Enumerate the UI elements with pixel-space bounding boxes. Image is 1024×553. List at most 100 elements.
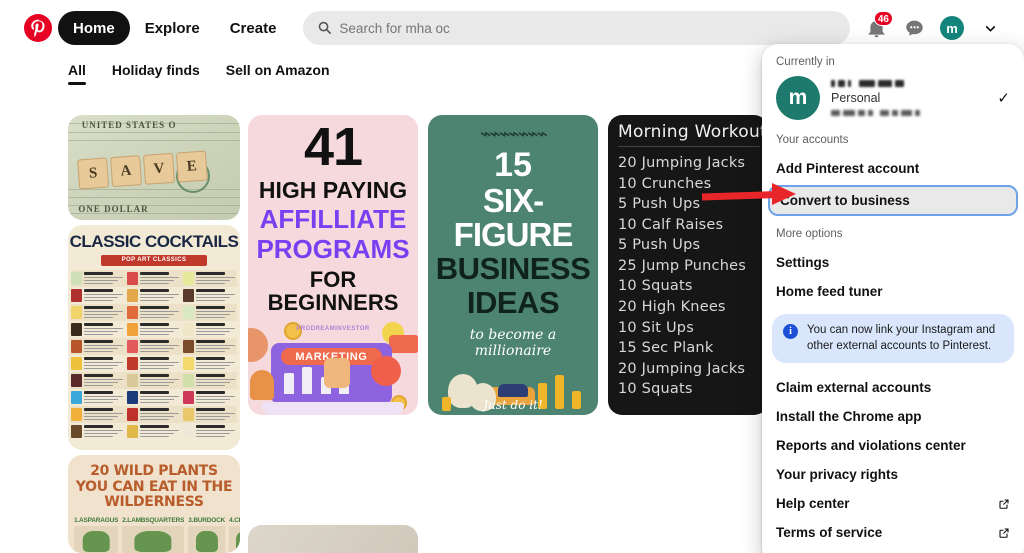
- workout-list: 20 Jumping Jacks 10 Crunches 5 Push Ups 10 …: [618, 153, 768, 400]
- affiliate-line2: AFFILLIATE: [259, 203, 407, 234]
- cocktail-glass-icon: [71, 425, 82, 438]
- cocktail-desc-line: [196, 327, 235, 329]
- cocktail-desc-line: [140, 361, 179, 363]
- cocktail-name: [196, 425, 225, 428]
- account-avatar-button[interactable]: m: [934, 10, 970, 46]
- cocktail-text: [140, 289, 181, 301]
- speech-bubble-icon: [389, 335, 418, 354]
- menu-item-label: Reports and violations center: [776, 438, 966, 454]
- cocktail-text: [196, 323, 237, 335]
- pinterest-logo-icon[interactable]: [24, 14, 52, 42]
- cocktail-glass-icon: [71, 340, 82, 353]
- cocktail-row: [71, 355, 237, 372]
- cocktail-entry: [71, 408, 125, 421]
- notification-badge: 46: [873, 11, 893, 26]
- notifications-button[interactable]: 46: [858, 10, 894, 46]
- menu-item-label: Claim external accounts: [776, 380, 932, 396]
- bar-chart-bar: [302, 367, 313, 395]
- cocktail-entry: [71, 272, 125, 285]
- menu-item-add-pinterest-account[interactable]: Add Pinterest account: [762, 154, 1024, 183]
- menu-item-terms-of-service[interactable]: Terms of service: [762, 518, 1024, 547]
- cocktail-text: [140, 272, 181, 284]
- tab-all[interactable]: All: [68, 62, 86, 85]
- cocktail-name: [196, 374, 225, 377]
- six-figure-footer: Just do it!: [483, 398, 543, 412]
- cocktail-entry: [183, 323, 237, 336]
- cocktail-desc-line: [84, 432, 119, 434]
- nav-create[interactable]: Create: [215, 11, 292, 45]
- menu-item-privacy-policy[interactable]: Privacy policy: [762, 547, 1024, 553]
- pin-card-classic-cocktails[interactable]: CLASSIC COCKTAILS POP ART CLASSICS: [68, 225, 240, 450]
- cocktail-name: [140, 408, 169, 411]
- cocktail-name: [84, 425, 113, 428]
- cocktail-glass-icon: [183, 340, 194, 353]
- tab-holiday-finds[interactable]: Holiday finds: [112, 62, 200, 85]
- cocktail-name: [196, 289, 225, 292]
- info-icon: i: [783, 324, 798, 339]
- pin-card-affiliate-programs[interactable]: 41 HIGH PAYING AFFILLIATE PROGRAMS FOR B…: [248, 115, 418, 415]
- pin-card-money-box[interactable]: 100 100 100 100: [248, 525, 418, 553]
- account-menu-toggle[interactable]: [972, 10, 1008, 46]
- cocktail-desc-line: [84, 435, 114, 437]
- cocktail-glass-icon: [127, 425, 138, 438]
- menu-item-settings[interactable]: Settings: [762, 248, 1024, 277]
- cocktail-glass-icon: [71, 357, 82, 370]
- cocktail-entry: [127, 323, 181, 336]
- cocktail-row: [71, 406, 237, 423]
- nav-home[interactable]: Home: [58, 11, 130, 45]
- cocktail-desc-line: [196, 299, 226, 301]
- cocktail-text: [196, 306, 237, 318]
- pin-card-morning-workout[interactable]: Morning Workout 20 Jumping Jacks 10 Crunc…: [608, 115, 768, 415]
- cocktail-desc-line: [140, 412, 179, 414]
- search-input[interactable]: [303, 11, 850, 45]
- cocktail-name: [196, 340, 225, 343]
- cocktails-list: [68, 270, 240, 440]
- cocktail-desc-line: [140, 432, 175, 434]
- menu-item-home-feed-tuner[interactable]: Home feed tuner: [762, 277, 1024, 306]
- cocktail-glass-icon: [127, 357, 138, 370]
- workout-item: 10 Calf Raises: [618, 216, 724, 233]
- menu-item-your-privacy-rights[interactable]: Your privacy rights: [762, 460, 1024, 489]
- cocktail-glass-icon: [127, 340, 138, 353]
- affiliate-illustration: PRODREAMINVESTOR MARKETING: [248, 320, 418, 415]
- menu-item-claim-external-accounts[interactable]: Claim external accounts: [762, 373, 1024, 402]
- cocktail-desc-line: [84, 327, 123, 329]
- cocktail-desc-line: [84, 401, 114, 403]
- workout-item: 10 Sit Ups: [618, 319, 694, 336]
- cocktail-text: [196, 272, 237, 284]
- cocktail-entry: [71, 340, 125, 353]
- account-type: Personal: [831, 90, 881, 105]
- cocktail-desc-line: [196, 429, 235, 431]
- cocktail-desc-line: [196, 435, 226, 437]
- messages-button[interactable]: [896, 10, 932, 46]
- cocktail-desc-line: [196, 296, 231, 298]
- workout-item: 25 Jump Punches: [618, 257, 746, 274]
- six-figure-line3: IDEAS: [466, 285, 560, 321]
- pin-card-wild-plants[interactable]: 20 WILD PLANTS YOU CAN EAT IN THE WILDER…: [68, 455, 240, 553]
- cocktail-glass-icon: [71, 306, 82, 319]
- cocktail-desc-line: [84, 384, 114, 386]
- workout-item: 10 Squats: [618, 381, 693, 398]
- tab-sell-on-amazon[interactable]: Sell on Amazon: [226, 62, 330, 85]
- pin-card-six-figure-business[interactable]: ⌁⌁⌁⌁⌁⌁⌁ 15 SIX-FIGURE BUSINESS IDEAS to …: [428, 115, 598, 415]
- current-account-row[interactable]: m Personal ✓: [762, 76, 1024, 134]
- menu-item-install-the-chrome-app[interactable]: Install the Chrome app: [762, 402, 1024, 431]
- cocktail-glass-icon: [183, 374, 194, 387]
- currently-in-label: Currently in: [776, 56, 835, 68]
- scrabble-tile: S: [77, 157, 110, 190]
- wild-plant-name: 1.ASPARAGUS: [74, 517, 119, 525]
- cocktail-desc-line: [84, 395, 123, 397]
- person-graphic: [497, 383, 529, 398]
- cocktail-desc-line: [196, 364, 231, 366]
- menu-item-convert-to-business[interactable]: Convert to business: [768, 185, 1018, 216]
- pin-card-money-save[interactable]: UNITED STATES O ONE DOLLAR S A V E: [68, 115, 240, 220]
- menu-item-help-center[interactable]: Help center: [762, 489, 1024, 518]
- cocktail-glass-icon: [71, 323, 82, 336]
- workout-item: 5 Push Ups: [618, 237, 701, 254]
- cocktails-subtitle: POP ART CLASSICS: [100, 255, 208, 266]
- cocktail-name: [84, 408, 113, 411]
- workout-item: 15 Sec Plank: [618, 340, 714, 357]
- nav-explore[interactable]: Explore: [130, 11, 215, 45]
- menu-item-reports-and-violations-center[interactable]: Reports and violations center: [762, 431, 1024, 460]
- cocktail-desc-line: [84, 282, 114, 284]
